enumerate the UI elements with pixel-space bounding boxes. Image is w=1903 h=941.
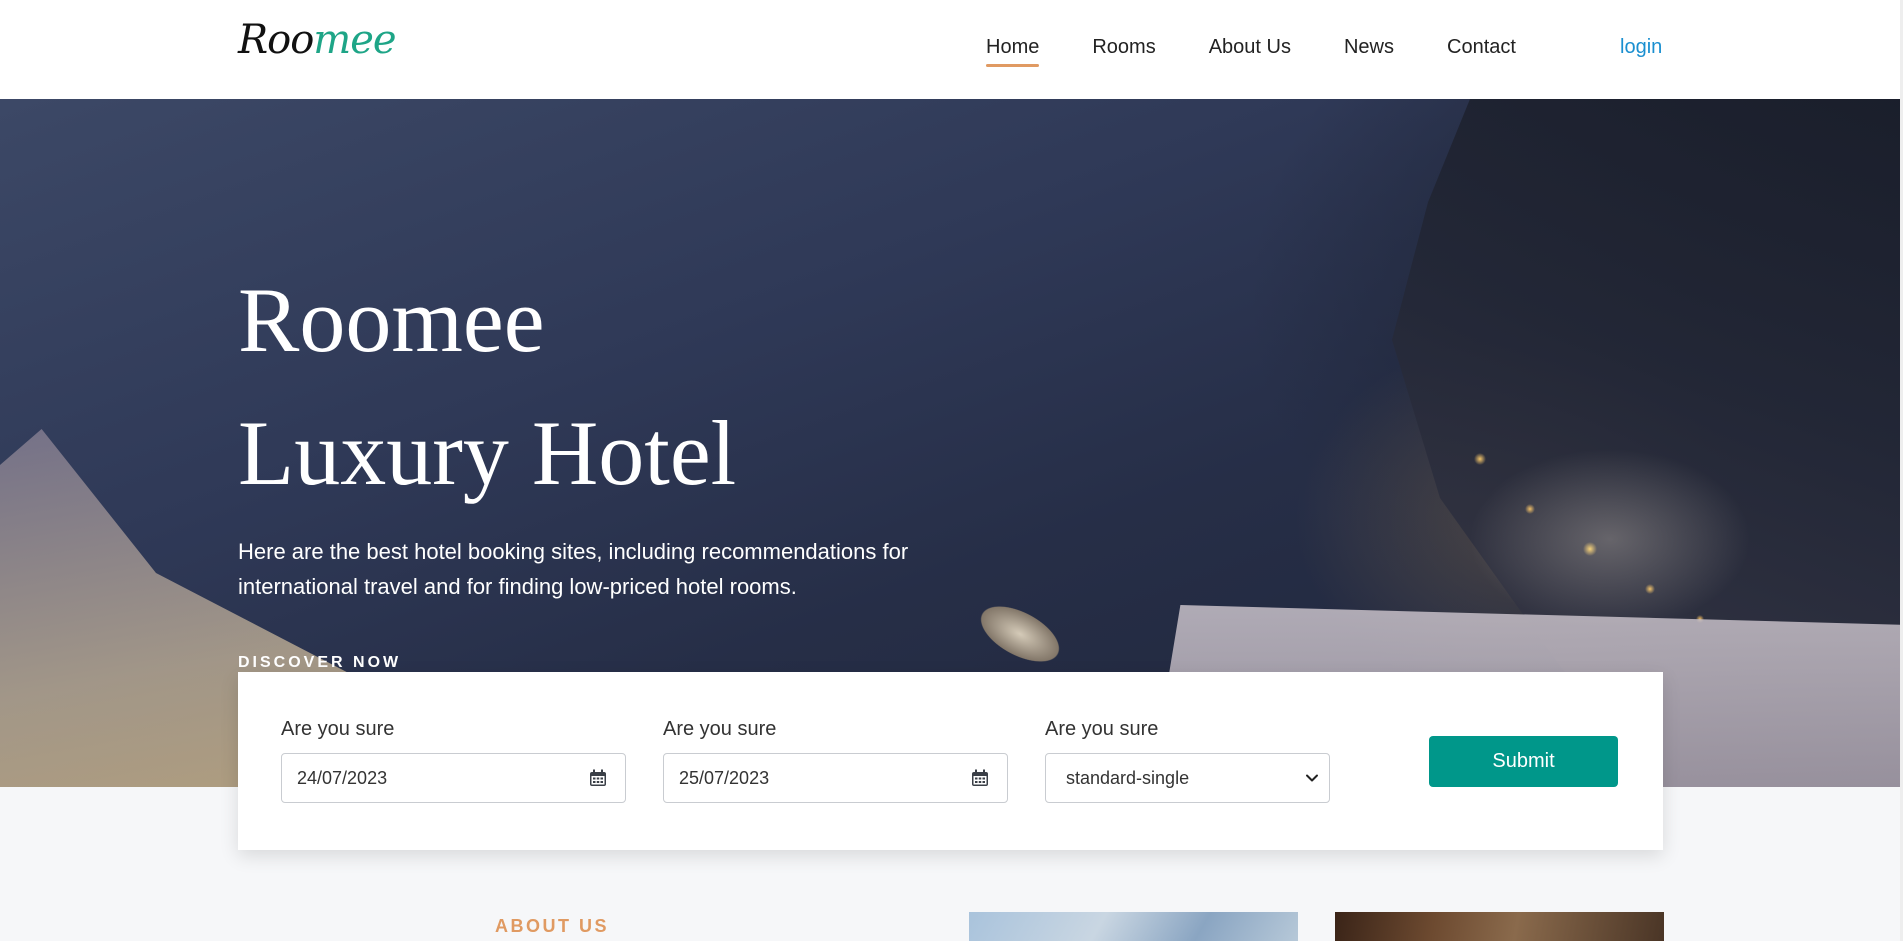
site-logo[interactable]: Roomee (238, 17, 397, 63)
hero-content: Roomee Luxury Hotel Here are the best ho… (238, 254, 958, 680)
chevron-down-icon (1306, 774, 1318, 782)
submit-button[interactable]: Submit (1429, 736, 1618, 787)
nav-item-home[interactable]: Home (986, 36, 1040, 67)
main-nav: Home Rooms About Us News Contact (986, 36, 1569, 67)
hero-title-line1: Roomee (238, 269, 545, 371)
logo-text-part2: mee (313, 17, 396, 63)
calendar-icon[interactable] (589, 769, 607, 787)
room-type-select[interactable]: standard-single (1045, 753, 1330, 803)
checkin-field: Are you sure 24/07/2023 (281, 718, 626, 803)
room-type-field: Are you sure standard-single (1045, 718, 1330, 803)
checkout-label: Are you sure (663, 718, 777, 740)
nav-item-contact[interactable]: Contact (1447, 36, 1516, 67)
about-us-section-label: ABOUT US (495, 916, 609, 936)
checkout-date-value: 25/07/2023 (679, 768, 770, 788)
about-image-2 (1335, 912, 1664, 941)
checkout-date-input[interactable]: 25/07/2023 (663, 753, 1008, 803)
room-type-label: Are you sure (1045, 718, 1159, 740)
booking-form: Are you sure 24/07/2023 Are you sure 25/… (238, 672, 1663, 850)
calendar-icon[interactable] (971, 769, 989, 787)
checkin-date-input[interactable]: 24/07/2023 (281, 753, 626, 803)
logo-text-part1: Roo (238, 17, 314, 63)
room-type-value: standard-single (1066, 768, 1190, 788)
nav-item-rooms[interactable]: Rooms (1092, 36, 1155, 67)
checkin-label: Are you sure (281, 718, 395, 740)
hero-title-line2: Luxury Hotel (238, 402, 737, 504)
nav-item-about-us[interactable]: About Us (1209, 36, 1291, 67)
hero-description: Here are the best hotel booking sites, i… (238, 539, 909, 599)
checkout-field: Are you sure 25/07/2023 (663, 718, 1008, 803)
checkin-date-value: 24/07/2023 (297, 768, 388, 788)
site-header: Roomee Home Rooms About Us News Contact … (0, 0, 1903, 99)
nav-item-news[interactable]: News (1344, 36, 1394, 67)
about-image-1 (969, 912, 1298, 941)
login-link[interactable]: login (1620, 36, 1662, 59)
hero-title: Roomee Luxury Hotel (238, 254, 958, 520)
